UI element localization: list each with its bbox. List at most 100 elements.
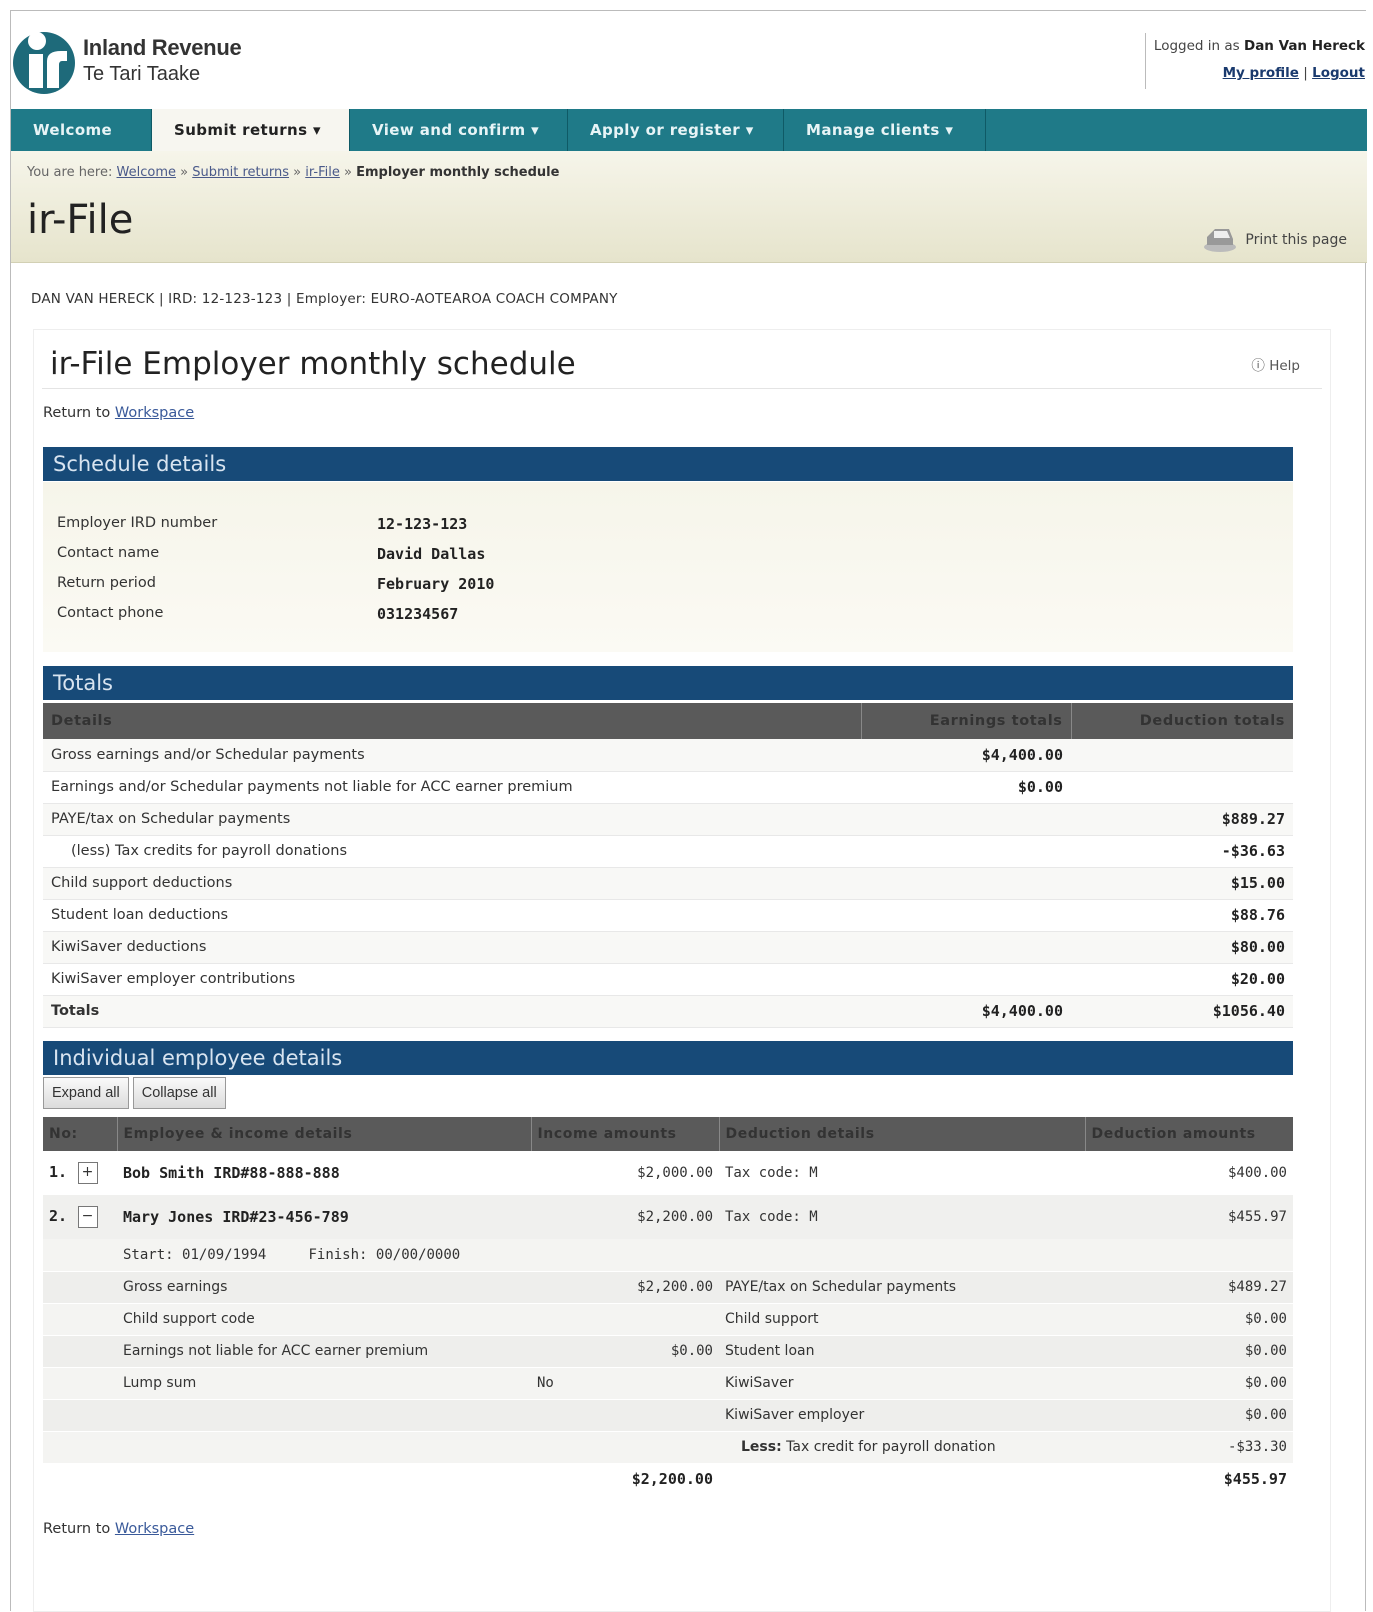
less-amount: -$33.30 [1085,1431,1293,1464]
totals-label: KiwiSaver deductions [43,931,861,964]
totals-label: Child support deductions [43,867,861,900]
table-row: KiwiSaver deductions $80.00 [43,931,1293,964]
employee-row: 1. + Bob Smith IRD#88-888-888 $2,000.00 … [43,1151,1293,1195]
employee-deduction: $455.97 [1085,1195,1293,1239]
detail-label: Child support code [117,1303,531,1336]
less-label: Less: [741,1439,782,1455]
logout-link[interactable]: Logout [1312,65,1365,81]
deduction-total: $455.97 [1223,1470,1287,1489]
page-title: ir-File [27,197,134,243]
detail-deduction: $489.27 [1085,1271,1293,1304]
employee-name: Bob Smith IRD#88-888-888 [123,1164,340,1182]
totals-earnings [861,963,1071,996]
employee-no: 2. [49,1207,68,1225]
inland-revenue-logo-icon[interactable] [11,25,77,95]
col-header-details: Details [43,703,862,739]
login-divider: | [1303,65,1308,81]
workspace-link[interactable]: Workspace [115,1521,194,1537]
table-row: Child support deductions $15.00 [43,867,1293,900]
totals-label: (less) Tax credits for payroll donations [43,835,861,868]
heading-divider [42,388,1322,389]
schedule-value: 031234567 [377,605,459,623]
totals-label: Earnings and/or Schedular payments not l… [43,771,861,804]
totals-earnings [861,867,1071,900]
my-profile-link[interactable]: My profile [1223,65,1299,81]
workspace-link[interactable]: Workspace [115,405,194,421]
nav-tab-manage-clients[interactable]: Manage clients ▾ [784,109,986,151]
schedule-details-bar: Schedule details [43,447,1293,481]
table-row: (less) Tax credits for payroll donations… [43,835,1293,868]
col-header-employee: Employee & income details [117,1117,532,1151]
help-link[interactable]: ⓘ Help [1251,354,1300,374]
detail-deduction: $0.00 [1085,1399,1293,1432]
income-total: $2,200.00 [631,1470,713,1489]
employee-no: 1. [49,1163,68,1181]
nav-tab-apply-or-register[interactable]: Apply or register ▾ [568,109,784,151]
totals-label: KiwiSaver employer contributions [43,963,861,996]
help-label: Help [1269,358,1300,374]
title-band: You are here: Welcome » Submit returns »… [11,151,1367,263]
employee-no-cell: 2. − [43,1195,117,1239]
return-to-workspace-top: Return to Workspace [43,405,194,421]
breadcrumb: You are here: Welcome » Submit returns »… [27,165,559,180]
schedule-label: Return period [57,575,156,591]
table-row: Earnings and/or Schedular payments not l… [43,771,1293,804]
nav-tab-view-and-confirm[interactable]: View and confirm ▾ [350,109,568,151]
schedule-value: 12-123-123 [377,515,468,533]
brand-line-1: Inland Revenue [83,35,242,60]
schedule-details-box: Employer IRD number 12-123-123 Contact n… [43,482,1293,652]
expand-all-button[interactable]: Expand all [43,1077,129,1109]
breadcrumb-ir-file[interactable]: ir-File [305,165,340,180]
totals-deductions: $15.00 [1071,867,1293,900]
totals-label: PAYE/tax on Schedular payments [43,803,861,836]
detail-deduction: $0.00 [1085,1303,1293,1336]
detail-income: $0.00 [531,1335,719,1368]
collapse-all-button[interactable]: Collapse all [132,1077,226,1109]
schedule-value: David Dallas [377,545,486,563]
schedule-heading: ir-File Employer monthly schedule [50,346,576,382]
breadcrumb-current: Employer monthly schedule [356,165,560,180]
totals-earnings [861,931,1071,964]
detail-deduction: $0.00 [1085,1367,1293,1400]
totals-earnings [861,835,1071,868]
totals-earnings [861,899,1071,932]
less-text: Tax credit for payroll donation [786,1439,996,1455]
detail-income-text: No [531,1367,719,1400]
expand-toggle[interactable]: + [77,1162,98,1184]
totals-label: Totals [43,995,861,1028]
employee-deduction: $400.00 [1227,1165,1287,1181]
start-label: Start: [123,1246,174,1263]
detail-label: Lump sum [117,1367,531,1400]
nav-tab-submit-returns[interactable]: Submit returns ▾ [152,109,350,151]
login-links: My profile | Logout [1154,60,1365,87]
detail-deduction: $0.00 [1085,1335,1293,1368]
help-icon: ⓘ [1251,358,1265,374]
collapse-toggle[interactable]: − [77,1206,98,1228]
breadcrumb-welcome[interactable]: Welcome [117,165,176,180]
detail-label: Gross earnings [117,1271,531,1304]
nav-tab-welcome[interactable]: Welcome [11,109,152,151]
table-row: PAYE/tax on Schedular payments $889.27 [43,803,1293,836]
breadcrumb-submit-returns[interactable]: Submit returns [192,165,289,180]
return-prefix: Return to [43,1521,111,1537]
page-frame: Inland Revenue Te Tari Taake Logged in a… [10,10,1367,1612]
schedule-label: Contact phone [57,605,164,621]
detail-deduction-label: Student loan [719,1335,1085,1368]
col-header-earnings: Earnings totals [861,703,1072,739]
table-row: KiwiSaver employer contributions $20.00 [43,963,1293,996]
detail-label [117,1399,531,1432]
employment-dates: Start: 01/09/1994 Finish: 00/00/0000 [117,1239,1293,1272]
totals-table: Details Earnings totals Deduction totals… [43,703,1293,1028]
employee-income: $2,000.00 [637,1165,713,1181]
totals-deductions: $889.27 [1071,803,1293,836]
table-row: Student loan deductions $88.76 [43,899,1293,932]
breadcrumb-prefix: You are here: [27,165,113,180]
printer-icon [1204,229,1237,252]
print-page-button[interactable]: Print this page [1203,227,1347,253]
totals-deductions: $20.00 [1071,963,1293,996]
col-header-no: No: [43,1117,118,1151]
totals-deductions: -$36.63 [1071,835,1293,868]
employee-tax-code: Tax code: M [719,1195,1085,1239]
brand-line-2: Te Tari Taake [83,63,201,85]
totals-deductions: $80.00 [1071,931,1293,964]
